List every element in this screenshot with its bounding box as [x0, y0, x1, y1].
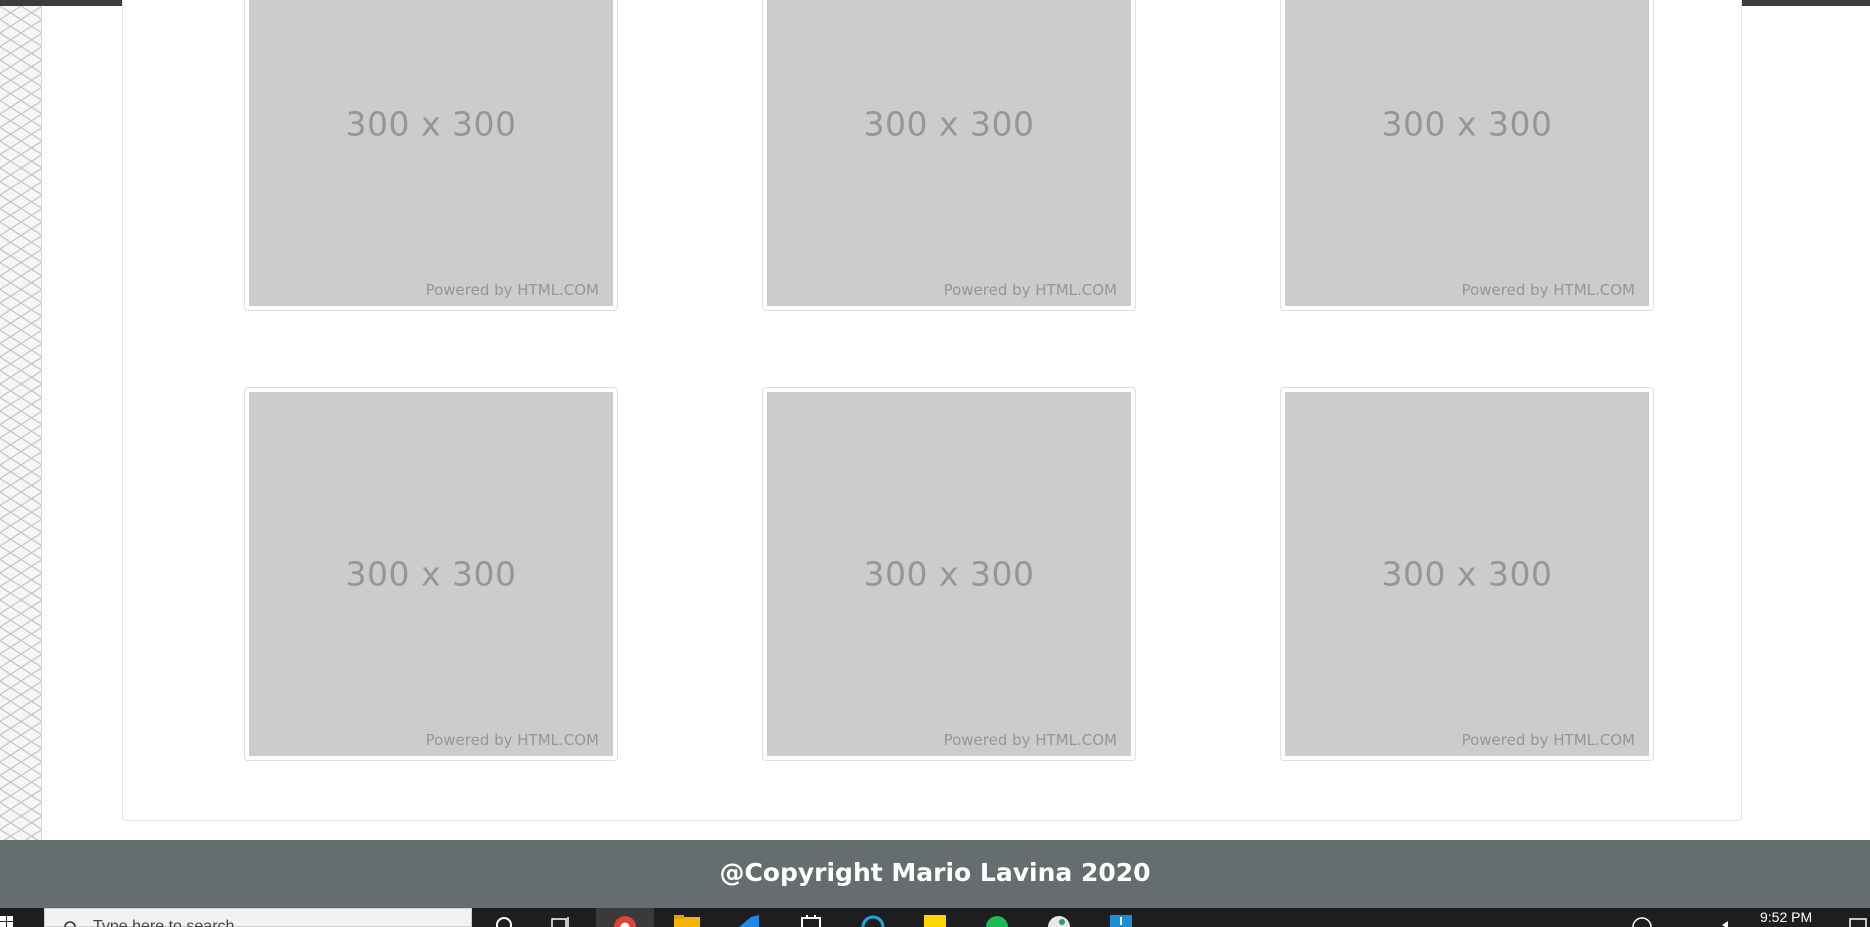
- placeholder-size-label: 300 x 300: [863, 104, 1035, 144]
- placeholder-credit: Powered by HTML.COM: [1461, 731, 1635, 749]
- side-pattern-strip: [0, 6, 42, 840]
- taskbar-clock[interactable]: 9:52 PM: [1760, 910, 1812, 924]
- placeholder-size-label: 300 x 300: [345, 104, 517, 144]
- cortana-icon[interactable]: [490, 915, 518, 927]
- placeholder-size-label: 300 x 300: [345, 554, 517, 594]
- placeholder-image: 300 x 300 Powered by HTML.COM: [767, 0, 1131, 306]
- gallery-panel: 300 x 300 Powered by HTML.COM 300 x 300 …: [122, 0, 1742, 821]
- app-icon[interactable]: [1045, 915, 1073, 927]
- placeholder-credit: Powered by HTML.COM: [1461, 281, 1635, 299]
- notification-icon[interactable]: [1846, 915, 1870, 927]
- placeholder-credit: Powered by HTML.COM: [425, 731, 599, 749]
- gallery-thumbnail[interactable]: 300 x 300 Powered by HTML.COM: [762, 387, 1136, 761]
- placeholder-image: 300 x 300 Powered by HTML.COM: [249, 392, 613, 756]
- taskbar-search-box[interactable]: Type here to search: [44, 908, 472, 927]
- placeholder-size-label: 300 x 300: [1381, 554, 1553, 594]
- sticky-notes-icon[interactable]: [921, 915, 949, 927]
- placeholder-image: 300 x 300 Powered by HTML.COM: [249, 0, 613, 306]
- windows-taskbar: Type here to search 9:52 PM: [0, 908, 1870, 927]
- gallery-thumbnail[interactable]: 300 x 300 Powered by HTML.COM: [1280, 387, 1654, 761]
- task-view-icon[interactable]: [546, 915, 574, 927]
- placeholder-credit: Powered by HTML.COM: [943, 731, 1117, 749]
- placeholder-image: 300 x 300 Powered by HTML.COM: [767, 392, 1131, 756]
- store-icon[interactable]: [797, 915, 825, 927]
- lattice-pattern: [0, 6, 41, 840]
- placeholder-image: 300 x 300 Powered by HTML.COM: [1285, 392, 1649, 756]
- gallery-thumbnail[interactable]: 300 x 300 Powered by HTML.COM: [1280, 0, 1654, 311]
- placeholder-size-label: 300 x 300: [863, 554, 1035, 594]
- windows-start-icon[interactable]: [0, 916, 22, 927]
- placeholder-image: 300 x 300 Powered by HTML.COM: [1285, 0, 1649, 306]
- download-icon[interactable]: [1107, 915, 1135, 927]
- file-explorer-icon[interactable]: [673, 915, 701, 927]
- gallery-thumbnail[interactable]: 300 x 300 Powered by HTML.COM: [244, 0, 618, 311]
- network-icon[interactable]: [1628, 915, 1656, 927]
- chrome-icon[interactable]: [611, 915, 639, 927]
- page-footer: @Copyright Mario Lavina 2020: [0, 840, 1870, 908]
- search-icon: [64, 921, 76, 927]
- placeholder-size-label: 300 x 300: [1381, 104, 1553, 144]
- gallery-thumbnail[interactable]: 300 x 300 Powered by HTML.COM: [244, 387, 618, 761]
- vscode-icon[interactable]: [735, 915, 763, 927]
- spotify-icon[interactable]: [983, 915, 1011, 927]
- placeholder-credit: Powered by HTML.COM: [943, 281, 1117, 299]
- volume-icon[interactable]: [1714, 915, 1742, 927]
- placeholder-credit: Powered by HTML.COM: [425, 281, 599, 299]
- search-placeholder: Type here to search: [93, 918, 235, 927]
- cortana-blue-icon[interactable]: [859, 915, 887, 927]
- copyright-text: @Copyright Mario Lavina 2020: [719, 857, 1151, 887]
- gallery-thumbnail[interactable]: 300 x 300 Powered by HTML.COM: [762, 0, 1136, 311]
